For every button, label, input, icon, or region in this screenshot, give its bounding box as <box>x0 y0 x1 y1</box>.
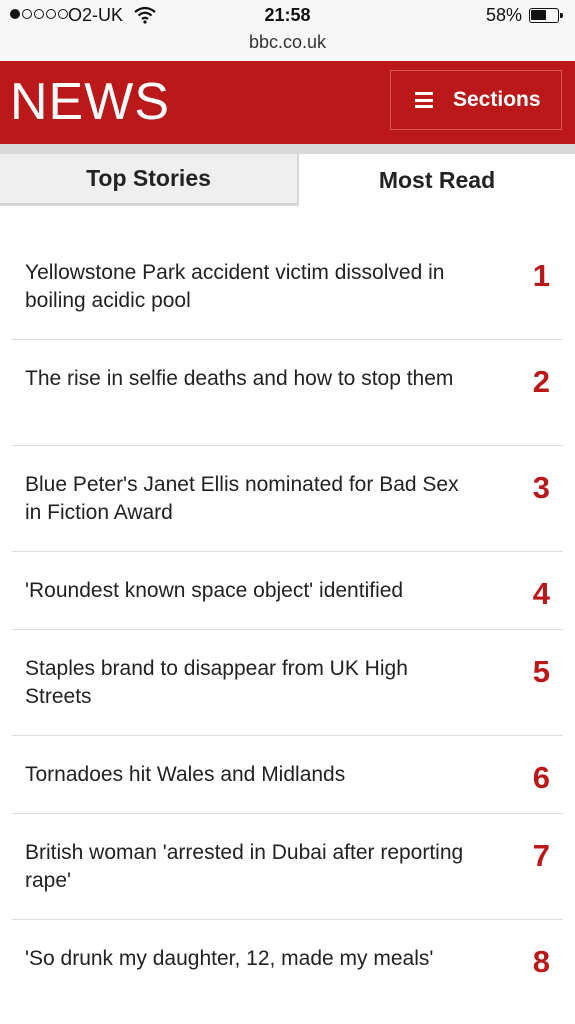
story-rank: 5 <box>532 654 550 689</box>
story-headline: 'Roundest known space object' identified <box>25 579 404 602</box>
address-bar-url[interactable]: bbc.co.uk <box>0 32 575 53</box>
news-logo[interactable]: NEWS <box>10 74 170 130</box>
story-rank: 8 <box>532 944 550 979</box>
story-tabs: Top Stories Most Read <box>0 154 575 206</box>
list-item[interactable]: Tornadoes hit Wales and Midlands 6 <box>12 736 563 814</box>
story-headline: Yellowstone Park accident victim dissolv… <box>25 261 445 312</box>
story-rank: 4 <box>532 576 550 611</box>
story-rank: 7 <box>532 838 550 873</box>
tab-most-read[interactable]: Most Read <box>299 154 575 206</box>
list-item[interactable]: Yellowstone Park accident victim dissolv… <box>12 234 563 340</box>
story-rank: 1 <box>532 258 550 293</box>
list-item[interactable]: British woman 'arrested in Dubai after r… <box>12 814 563 920</box>
sections-button[interactable]: Sections <box>390 70 562 130</box>
sections-label: Sections <box>453 88 541 111</box>
story-rank: 6 <box>532 760 550 795</box>
most-read-list: Yellowstone Park accident victim dissolv… <box>12 234 563 1024</box>
header-divider <box>0 144 575 154</box>
story-rank: 2 <box>532 364 550 399</box>
status-bar: O2-UK 21:58 58% <box>0 0 575 32</box>
list-item[interactable]: Blue Peter's Janet Ellis nominated for B… <box>12 446 563 552</box>
list-item[interactable]: The rise in selfie deaths and how to sto… <box>12 340 563 446</box>
story-rank: 3 <box>532 470 550 505</box>
story-headline: Tornadoes hit Wales and Midlands <box>25 763 346 786</box>
tab-top-stories[interactable]: Top Stories <box>0 154 299 206</box>
story-headline: Blue Peter's Janet Ellis nominated for B… <box>25 473 459 524</box>
list-item[interactable]: 'So drunk my daughter, 12, made my meals… <box>12 920 563 1024</box>
bbc-news-header: NEWS Sections <box>0 61 575 144</box>
story-headline: The rise in selfie deaths and how to sto… <box>25 367 454 390</box>
story-headline: British woman 'arrested in Dubai after r… <box>25 841 464 892</box>
list-item[interactable]: Staples brand to disappear from UK High … <box>12 630 563 736</box>
battery-icon <box>529 8 563 23</box>
story-headline: 'So drunk my daughter, 12, made my meals… <box>25 947 434 970</box>
battery-percentage: 58% <box>486 5 523 25</box>
hamburger-menu-icon <box>415 92 433 108</box>
list-item[interactable]: 'Roundest known space object' identified… <box>12 552 563 630</box>
story-headline: Staples brand to disappear from UK High … <box>25 657 408 708</box>
browser-chrome: O2-UK 21:58 58% bbc.co.uk <box>0 0 575 61</box>
